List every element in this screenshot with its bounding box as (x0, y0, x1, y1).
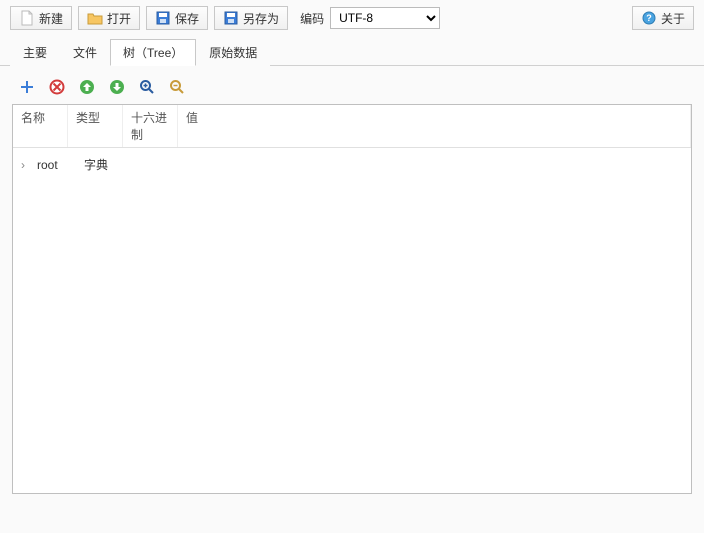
arrow-down-circle-icon (109, 79, 125, 95)
tree-header: 名称 类型 十六进制 值 (13, 105, 691, 148)
col-header-hex[interactable]: 十六进制 (123, 105, 178, 147)
tree-panel: 名称 类型 十六进制 值 › root 字典 (12, 104, 692, 494)
zoom-in-button[interactable] (138, 78, 156, 96)
folder-open-icon (87, 10, 103, 26)
col-header-value[interactable]: 值 (178, 105, 691, 147)
new-label: 新建 (39, 10, 63, 27)
new-button[interactable]: 新建 (10, 6, 72, 30)
tab-tree[interactable]: 树（Tree） (110, 39, 196, 66)
encoding-select[interactable]: UTF-8 (330, 7, 440, 29)
zoom-out-icon (169, 79, 185, 95)
remove-circle-icon (49, 79, 65, 95)
tab-raw[interactable]: 原始数据 (196, 39, 270, 66)
about-button[interactable]: ? 关于 (632, 6, 694, 30)
save-icon (155, 10, 171, 26)
col-header-name[interactable]: 名称 (13, 105, 68, 147)
tab-main[interactable]: 主要 (10, 39, 60, 66)
open-label: 打开 (107, 10, 131, 27)
col-header-type[interactable]: 类型 (68, 105, 123, 147)
main-toolbar: 新建 打开 保存 另存为 编码 UTF-8 ? 关于 (0, 0, 704, 36)
saveas-label: 另存为 (243, 10, 279, 27)
saveas-button[interactable]: 另存为 (214, 6, 288, 30)
save-label: 保存 (175, 10, 199, 27)
about-label: 关于 (661, 10, 685, 27)
saveas-icon (223, 10, 239, 26)
tab-file[interactable]: 文件 (60, 39, 110, 66)
move-down-button[interactable] (108, 78, 126, 96)
add-button[interactable] (18, 78, 36, 96)
svg-text:?: ? (646, 13, 652, 23)
tabbar: 主要 文件 树（Tree） 原始数据 (0, 36, 704, 66)
content-area: 名称 类型 十六进制 值 › root 字典 (0, 66, 704, 506)
remove-button[interactable] (48, 78, 66, 96)
row-name: root (35, 158, 76, 172)
tree-row[interactable]: › root 字典 (17, 154, 687, 175)
row-type: 字典 (76, 156, 131, 173)
zoom-in-icon (139, 79, 155, 95)
tree-toolbar (12, 74, 692, 104)
encoding-label: 编码 (300, 10, 324, 27)
expand-toggle-icon[interactable]: › (21, 158, 35, 172)
help-icon: ? (641, 10, 657, 26)
file-new-icon (19, 10, 35, 26)
zoom-out-button[interactable] (168, 78, 186, 96)
save-button[interactable]: 保存 (146, 6, 208, 30)
plus-icon (19, 79, 35, 95)
open-button[interactable]: 打开 (78, 6, 140, 30)
move-up-button[interactable] (78, 78, 96, 96)
arrow-up-circle-icon (79, 79, 95, 95)
tree-body: › root 字典 (13, 148, 691, 181)
